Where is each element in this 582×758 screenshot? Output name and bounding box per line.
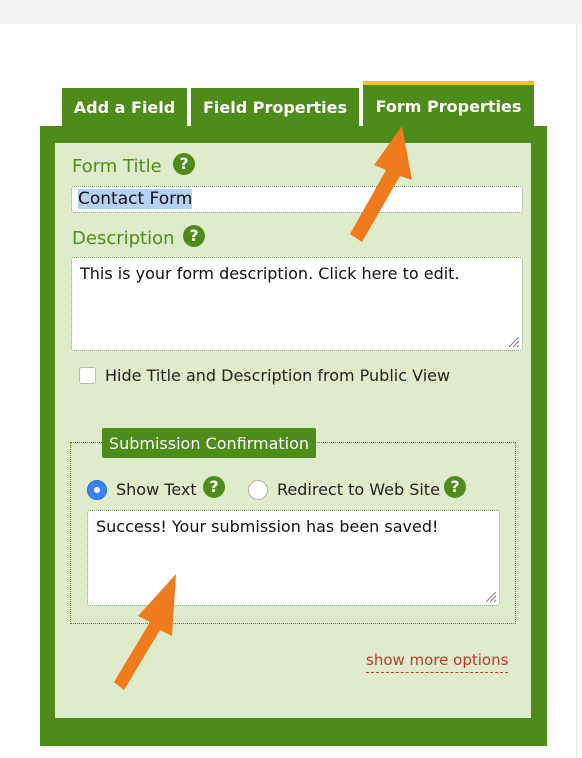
- description-value: This is your form description. Click her…: [80, 264, 460, 283]
- hide-title-checkbox[interactable]: [79, 367, 96, 384]
- show-text-radio[interactable]: [87, 480, 107, 500]
- help-icon[interactable]: ?: [173, 153, 195, 175]
- confirmation-message-value: Success! Your submission has been saved!: [96, 517, 439, 536]
- tab-add-a-field[interactable]: Add a Field: [62, 88, 187, 126]
- form-title-input[interactable]: Contact Form: [71, 186, 523, 213]
- arrow-pointer-icon: [350, 126, 412, 242]
- show-more-options-link[interactable]: show more options: [366, 651, 509, 673]
- form-title-label: Form Title: [72, 156, 162, 177]
- divider: [576, 24, 577, 758]
- hide-title-label[interactable]: Hide Title and Description from Public V…: [105, 366, 450, 385]
- help-icon[interactable]: ?: [183, 225, 205, 247]
- arrow-pointer-icon: [114, 574, 176, 690]
- form-title-value: Contact Form: [78, 189, 193, 209]
- tab-field-properties[interactable]: Field Properties: [191, 88, 359, 126]
- show-text-label[interactable]: Show Text: [116, 480, 197, 499]
- submission-confirmation-legend: Submission Confirmation: [102, 428, 316, 458]
- description-textarea[interactable]: This is your form description. Click her…: [71, 257, 523, 351]
- redirect-label[interactable]: Redirect to Web Site: [277, 480, 440, 499]
- top-strip: [0, 0, 582, 24]
- resize-grip-icon[interactable]: [506, 334, 520, 348]
- resize-grip-icon[interactable]: [483, 589, 497, 603]
- help-icon[interactable]: ?: [444, 476, 466, 498]
- redirect-radio[interactable]: [248, 480, 268, 500]
- help-icon[interactable]: ?: [203, 476, 225, 498]
- description-label: Description: [72, 228, 175, 249]
